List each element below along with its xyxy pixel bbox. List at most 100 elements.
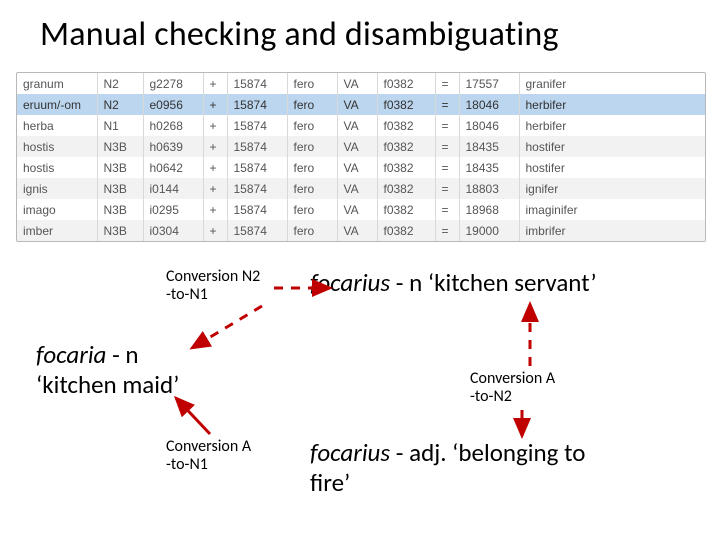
table-cell: = (435, 157, 459, 178)
table-cell: N1 (97, 115, 143, 136)
table-cell: 18435 (459, 157, 519, 178)
table-cell: + (203, 220, 227, 241)
table-cell: imbrifer (519, 220, 705, 241)
table-cell: eruum/-om (17, 94, 97, 115)
table-cell: 18046 (459, 94, 519, 115)
table-cell: = (435, 220, 459, 241)
rest: - n ‘kitchen servant’ (390, 267, 597, 298)
table-cell: fero (287, 220, 337, 241)
page-title: Manual checking and disambiguating (40, 14, 700, 55)
table-cell: 15874 (227, 115, 287, 136)
rest: - adj. ‘belonging to (390, 437, 585, 468)
table-cell: i0295 (143, 199, 203, 220)
table-cell: ignifer (519, 178, 705, 199)
table-cell: fero (287, 157, 337, 178)
table-cell: VA (337, 115, 377, 136)
table-cell: N3B (97, 157, 143, 178)
table-cell: + (203, 157, 227, 178)
table-cell: imaginifer (519, 199, 705, 220)
table-cell: VA (337, 136, 377, 157)
word-focarius: focarius (310, 437, 390, 468)
table-cell: VA (337, 220, 377, 241)
table-cell: + (203, 94, 227, 115)
table-cell: granifer (519, 73, 705, 94)
table-cell: VA (337, 199, 377, 220)
table-cell: fero (287, 178, 337, 199)
label-conv-a-n1: Conversion A -to-N1 (166, 438, 251, 475)
label-line1: Conversion A (166, 437, 251, 456)
table-cell: f0382 (377, 136, 435, 157)
table-cell: 18803 (459, 178, 519, 199)
table-cell: hostis (17, 157, 97, 178)
table-cell: VA (337, 157, 377, 178)
table-cell: hostifer (519, 157, 705, 178)
table-cell: N3B (97, 136, 143, 157)
table-cell: i0144 (143, 178, 203, 199)
table-cell: N2 (97, 94, 143, 115)
table-cell: e0956 (143, 94, 203, 115)
table-cell: + (203, 136, 227, 157)
table-cell: N3B (97, 220, 143, 241)
table-cell: fero (287, 136, 337, 157)
table-cell: fero (287, 94, 337, 115)
table-cell: N3B (97, 199, 143, 220)
table-cell: fero (287, 73, 337, 94)
table-cell: + (203, 73, 227, 94)
label-focaria: focaria - n ‘kitchen maid’ (36, 340, 179, 400)
table-cell: f0382 (377, 115, 435, 136)
table-cell: 15874 (227, 178, 287, 199)
table-cell: h0642 (143, 157, 203, 178)
word-focarius: focarius (310, 267, 390, 298)
table-cell: h0639 (143, 136, 203, 157)
table-cell: f0382 (377, 157, 435, 178)
table-cell: herbifer (519, 94, 705, 115)
label-line1: Conversion N2 (166, 267, 260, 286)
table-cell: f0382 (377, 199, 435, 220)
table-cell: N2 (97, 73, 143, 94)
table-cell: granum (17, 73, 97, 94)
table-cell: h0268 (143, 115, 203, 136)
label-line1: Conversion A (470, 369, 555, 388)
table-cell: hostifer (519, 136, 705, 157)
table-cell: 15874 (227, 136, 287, 157)
table-cell: 17557 (459, 73, 519, 94)
table-cell: 18046 (459, 115, 519, 136)
table-cell: 15874 (227, 220, 287, 241)
table-cell: + (203, 199, 227, 220)
table-cell: f0382 (377, 178, 435, 199)
label-focarius-adj: focarius - adj. ‘belonging to fire’ (310, 438, 585, 498)
table-cell: 15874 (227, 199, 287, 220)
table-cell: i0304 (143, 220, 203, 241)
slide: Manual checking and disambiguating granu… (0, 0, 720, 540)
table-row: ignisN3Bi0144+15874feroVAf0382=18803igni… (17, 178, 705, 199)
line2: ‘kitchen maid’ (36, 369, 179, 400)
table-cell: fero (287, 115, 337, 136)
label-line2: -to-N2 (470, 387, 512, 406)
table-cell: 19000 (459, 220, 519, 241)
word-focaria: focaria (36, 339, 106, 370)
table-row: hostisN3Bh0639+15874feroVAf0382=18435hos… (17, 136, 705, 157)
table-cell: f0382 (377, 73, 435, 94)
table-row: hostisN3Bh0642+15874feroVAf0382=18435hos… (17, 157, 705, 178)
table-cell: = (435, 136, 459, 157)
table-cell: = (435, 178, 459, 199)
table-cell: = (435, 199, 459, 220)
table-cell: 15874 (227, 73, 287, 94)
label-line2: -to-N1 (166, 285, 208, 304)
table-cell: + (203, 115, 227, 136)
table-row: eruum/-omN2e0956+15874feroVAf0382=18046h… (17, 94, 705, 115)
table-cell: 15874 (227, 94, 287, 115)
table-row: imberN3Bi0304+15874feroVAf0382=19000imbr… (17, 220, 705, 241)
table-cell: = (435, 73, 459, 94)
table-cell: + (203, 178, 227, 199)
rest: - n (106, 339, 138, 370)
table-cell: N3B (97, 178, 143, 199)
table-cell: VA (337, 94, 377, 115)
table-cell: imber (17, 220, 97, 241)
table-cell: ignis (17, 178, 97, 199)
table-cell: imago (17, 199, 97, 220)
table-cell: hostis (17, 136, 97, 157)
table-cell: herbifer (519, 115, 705, 136)
table-cell: f0382 (377, 94, 435, 115)
label-conv-a-n2: Conversion A -to-N2 (470, 370, 555, 407)
